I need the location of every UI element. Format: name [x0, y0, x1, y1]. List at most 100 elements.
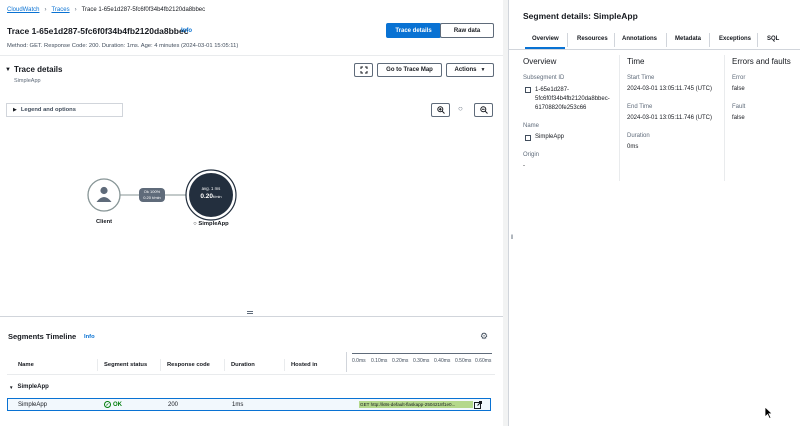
tab-divider [614, 33, 615, 47]
ruler-tick: 0.0ms [352, 358, 366, 364]
node-label-text: SimpleApp [198, 221, 229, 227]
tab-resources[interactable]: Resources [577, 36, 608, 42]
subsegment-id-line: 5fc6f0f34b4fb2120da8bbec- [535, 96, 610, 102]
name-value: SimpleApp [535, 134, 565, 140]
col-hosted-in: Hosted in [291, 362, 318, 368]
tab-divider [757, 33, 758, 47]
check-circle-icon: ✓ [104, 401, 111, 408]
error-value: false [732, 86, 745, 92]
panel-title: Segment details: SimpleApp [523, 11, 638, 21]
ruler-tick: 0.50ms [455, 358, 472, 364]
tab-divider [666, 33, 667, 47]
table-row[interactable]: SimpleApp ✓ OK 200 1ms GET http://k8s-de… [7, 398, 491, 411]
col-response-code: Response code [167, 362, 210, 368]
column-divider [724, 55, 725, 181]
ruler-axis [352, 353, 492, 354]
timeline-bar-label: GET http://k8s-default-flaskapp-2504218f… [360, 402, 456, 407]
trace-details-section: ▼ Trace details SimpleApp Go to Trace Ma… [0, 56, 503, 312]
tab-divider [709, 33, 710, 47]
tab-overview[interactable]: Overview [532, 36, 559, 42]
tab-sql[interactable]: SQL [767, 36, 779, 42]
col-divider [224, 359, 225, 371]
client-node[interactable] [87, 178, 121, 212]
trace-map [87, 169, 237, 221]
tab-divider [567, 33, 568, 47]
edge-label-line2: 0.20 t/min [143, 194, 161, 200]
divider [0, 316, 503, 317]
row-status: ✓ OK [104, 401, 122, 408]
copy-icon[interactable] [525, 135, 531, 141]
copy-icon[interactable] [525, 87, 531, 93]
subsegment-id-value: 1-65e1d287- 5fc6f0f34b4fb2120da8bbec- 61… [535, 86, 610, 113]
errors-heading: Errors and faults [732, 57, 791, 66]
col-divider [97, 359, 98, 371]
ruler-tick: 0.20ms [392, 358, 409, 364]
ruler-tick: 0.10ms [371, 358, 388, 364]
chevron-right-icon: › [44, 7, 47, 13]
name-label: Name [523, 123, 540, 129]
segment-group[interactable]: ▼ SimpleApp [9, 384, 49, 390]
segment-group-label: SimpleApp [17, 384, 49, 390]
tab-exceptions[interactable]: Exceptions [719, 36, 751, 42]
col-divider [160, 359, 161, 371]
title-info-link[interactable]: Info [181, 28, 192, 34]
tabs-divider [509, 49, 800, 50]
trace-details-button[interactable]: Trace details [386, 23, 441, 38]
timeline-bar[interactable]: GET http://k8s-default-flaskapp-2504218f… [359, 401, 473, 408]
node-rate: 0.20t/min [189, 193, 233, 200]
row-name: SimpleApp [18, 402, 48, 408]
col-divider [284, 359, 285, 371]
node-rate-value: 0.20 [200, 193, 213, 200]
caret-down-icon: ▼ [9, 384, 14, 390]
breadcrumb-current: Trace 1-65e1d287-5fc6f0f34b4fb2120da8bbe… [81, 7, 206, 13]
node-label: ○ SimpleApp [186, 221, 236, 227]
end-time-value: 2024-03-01 13:05:11.746 (UTC) [627, 115, 712, 121]
tab-metadata[interactable]: Metadata [675, 36, 701, 42]
segment-details-panel: Segment details: SimpleApp Overview Reso… [509, 0, 800, 426]
chevron-right-icon: › [74, 7, 77, 13]
origin-label: Origin [523, 152, 540, 158]
main-pane: CloudWatch › Traces › Trace 1-65e1d287-5… [0, 0, 503, 426]
time-heading: Time [627, 57, 645, 66]
segments-title: Segments Timeline [8, 332, 77, 341]
ruler-tick: 0.40ms [434, 358, 451, 364]
origin-value: - [523, 163, 525, 169]
duration-label: Duration [627, 133, 650, 139]
subsegment-id-label: Subsegment ID [523, 75, 565, 81]
edge-label-line1: Ok 100% [143, 189, 161, 194]
segments-info-link[interactable]: Info [84, 334, 95, 340]
node-avg-latency: avg. 1 ms [201, 186, 221, 191]
col-duration: Duration [231, 362, 255, 368]
tab-annotations[interactable]: Annotations [622, 36, 657, 42]
row-status-text: OK [113, 401, 122, 408]
divider [7, 374, 495, 375]
breadcrumb-traces[interactable]: Traces [51, 7, 69, 13]
subsegment-id-line: 1-65e1d287- [535, 87, 570, 93]
mouse-cursor-icon [764, 406, 773, 419]
settings-gear-icon[interactable]: ⚙ [480, 331, 488, 342]
col-name: Name [18, 362, 34, 368]
overview-heading: Overview [523, 57, 557, 66]
duration-value: 0ms [627, 144, 639, 150]
subsegment-id-line: 61708820fe253c66 [535, 105, 587, 111]
client-label: Client [95, 219, 113, 225]
trace-meta: Method: GET. Response Code: 200. Duratio… [7, 43, 239, 49]
resize-grip-icon [247, 311, 253, 312]
ruler-tick: 0.60ms [475, 358, 492, 364]
fault-label: Fault [732, 104, 746, 110]
timeline-ruler: 0.0ms 0.10ms 0.20ms 0.30ms 0.40ms 0.50ms… [352, 353, 492, 365]
error-label: Error [732, 75, 746, 81]
column-divider [619, 55, 620, 181]
col-divider [346, 352, 347, 372]
breadcrumb-cloudwatch[interactable]: CloudWatch [7, 7, 39, 13]
page-title: Trace 1-65e1d287-5fc6f0f34b4fb2120da8bbe… [7, 26, 189, 36]
start-time-value: 2024-03-01 13:05:11.745 (UTC) [627, 86, 712, 92]
ruler-tick: 0.30ms [413, 358, 430, 364]
fault-value: false [732, 115, 745, 121]
row-duration: 1ms [232, 402, 244, 408]
raw-data-button[interactable]: Raw data [440, 23, 494, 38]
start-time-label: Start Time [627, 75, 655, 81]
end-time-label: End Time [627, 104, 653, 110]
external-link-icon[interactable] [474, 401, 482, 409]
row-response-code: 200 [168, 402, 179, 408]
